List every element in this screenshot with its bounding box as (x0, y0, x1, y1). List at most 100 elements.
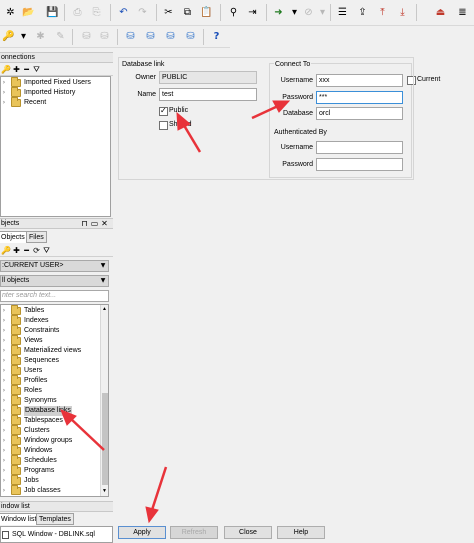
expand-icon[interactable]: › (1, 466, 7, 476)
public-checkbox[interactable]: ✓ (159, 106, 168, 116)
objects-close-icon[interactable]: ✕ (100, 218, 109, 229)
db-schema-icon[interactable]: ⛁ (162, 28, 179, 45)
expand-icon[interactable]: › (1, 476, 7, 486)
print-preview-icon[interactable]: ⎘ (88, 4, 105, 21)
scroll-up-icon[interactable]: ▲ (101, 305, 108, 314)
save-icon[interactable]: 💾 (44, 4, 61, 21)
expand-icon[interactable]: › (1, 336, 7, 346)
expand-icon[interactable]: › (1, 376, 7, 386)
auth-password-field[interactable] (316, 158, 403, 171)
expand-icon[interactable]: › (1, 306, 7, 316)
expand-icon[interactable]: › (1, 426, 7, 436)
key-dropdown-icon[interactable]: ▾ (15, 28, 32, 45)
edit-icon[interactable]: ✎ (52, 28, 69, 45)
find-icon[interactable]: ⚲ (225, 4, 242, 21)
paste-icon[interactable]: 📋 (198, 4, 215, 21)
session-alt-icon[interactable]: ⛁ (96, 28, 113, 45)
log-off-icon[interactable]: ⏏ (432, 4, 449, 21)
folder-icon (11, 475, 21, 485)
window-list[interactable]: SQL Window - DBLINK.sql (0, 526, 113, 543)
open-folder-icon[interactable]: 📂 (20, 4, 37, 21)
session-icon[interactable]: ⛁ (78, 28, 95, 45)
tab-objects[interactable]: Objects (0, 231, 28, 243)
connections-add-icon[interactable]: ✚ (12, 64, 21, 75)
objects-pin-icon[interactable]: ⊓ (80, 218, 89, 229)
rollback-icon[interactable]: ⤓ (394, 4, 411, 21)
expand-icon[interactable]: › (1, 416, 7, 426)
undo-icon[interactable]: ↶ (115, 4, 132, 21)
export-icon[interactable]: ⇪ (354, 4, 371, 21)
owner-label: Owner (135, 74, 156, 81)
name-field[interactable]: test (159, 88, 257, 101)
tab-templates[interactable]: Templates (36, 513, 74, 525)
auth-username-field[interactable] (316, 141, 403, 154)
refresh-button[interactable]: Refresh (170, 526, 218, 539)
objects-scrollbar[interactable]: ▲ ▼ (100, 305, 108, 496)
current-checkbox[interactable] (407, 76, 416, 85)
connections-remove-icon[interactable]: ━ (22, 64, 31, 75)
user-combo[interactable]: :CURRENT USER> ▼ (0, 260, 109, 272)
tab-window-list[interactable]: Window list (0, 513, 40, 525)
connections-filter-icon[interactable]: ⛛ (32, 64, 41, 75)
execute-icon[interactable]: ➜ (270, 4, 287, 21)
shared-checkbox[interactable] (159, 121, 168, 130)
copy-icon[interactable]: ⧉ (179, 4, 196, 21)
cut-icon[interactable]: ✂ (160, 4, 177, 21)
apply-button[interactable]: Apply (118, 526, 166, 539)
scroll-down-icon[interactable]: ▼ (101, 487, 108, 496)
window-list-item[interactable]: SQL Window - DBLINK.sql (2, 530, 112, 540)
folder-icon (11, 395, 21, 405)
commit-icon[interactable]: ⤒ (374, 4, 391, 21)
objects-float-icon[interactable]: ▭ (90, 218, 99, 229)
pin-icon[interactable]: ✱ (32, 28, 49, 45)
help-icon[interactable]: ? (208, 28, 225, 45)
arrow-to-apply (145, 466, 168, 524)
expand-icon[interactable]: › (1, 366, 7, 376)
folder-icon (11, 365, 21, 375)
object-filter-combo[interactable]: ll objects ▼ (0, 275, 109, 287)
help-button[interactable]: Help (277, 526, 325, 539)
objects-refresh-icon[interactable]: ⟳ (32, 245, 41, 256)
objects-tree[interactable]: › Tables › Indexes › Constraints › Views › Materi… (0, 304, 109, 497)
db-sql-icon[interactable]: ⛁ (142, 28, 159, 45)
folder-icon (11, 385, 21, 395)
expand-icon[interactable]: › (1, 456, 7, 466)
redo-icon[interactable]: ↷ (134, 4, 151, 21)
tree-item[interactable]: › Recent (1, 97, 101, 108)
connections-key-icon[interactable]: 🔑 (1, 64, 11, 75)
find-next-icon[interactable]: ⇥ (244, 4, 261, 21)
password-field[interactable]: *** (316, 91, 403, 104)
username-field[interactable]: xxx (316, 74, 403, 87)
expand-icon[interactable]: › (1, 396, 7, 406)
database-field[interactable]: orcl (316, 107, 403, 120)
expand-icon[interactable]: › (1, 356, 7, 366)
connections-tree[interactable]: › Imported Fixed Users › Imported History … (0, 76, 111, 217)
scroll-thumb[interactable] (102, 393, 108, 485)
tree-item-job-classes[interactable]: › Job classes (1, 485, 99, 496)
db-connect-icon[interactable]: ⛁ (122, 28, 139, 45)
tab-files[interactable]: Files (26, 231, 47, 243)
objects-remove-icon[interactable]: ━ (22, 245, 31, 256)
objects-key-icon[interactable]: 🔑 (1, 245, 11, 256)
expand-icon[interactable]: › (1, 316, 7, 326)
explain-plan-icon[interactable]: ≣ (454, 4, 471, 21)
object-search-input[interactable]: nter search text... (0, 290, 109, 302)
new-window-icon[interactable]: ✲ (2, 4, 19, 21)
expand-icon[interactable]: › (1, 346, 7, 356)
folder-icon (11, 345, 21, 355)
print-icon[interactable]: ⎙ (69, 4, 86, 21)
db-object-icon[interactable]: ⛁ (182, 28, 199, 45)
expand-icon[interactable]: › (1, 436, 7, 446)
username-label: Username (280, 77, 313, 84)
objects-add-icon[interactable]: ✚ (12, 245, 21, 256)
left-pane: onnections 🔑 ✚ ━ ⛛ › Imported Fixed Users… (0, 50, 113, 543)
close-button[interactable]: Close (224, 526, 272, 539)
expand-icon[interactable]: › (1, 446, 7, 456)
objects-filter-icon[interactable]: ⛛ (42, 245, 51, 256)
expand-icon[interactable]: › (1, 326, 7, 336)
expand-icon[interactable]: › (1, 406, 7, 416)
expand-icon[interactable]: › (1, 386, 7, 396)
report-icon[interactable]: ☰ (334, 4, 351, 21)
break-dropdown-icon[interactable]: ▾ (314, 4, 331, 21)
expand-icon[interactable]: › (1, 486, 7, 496)
